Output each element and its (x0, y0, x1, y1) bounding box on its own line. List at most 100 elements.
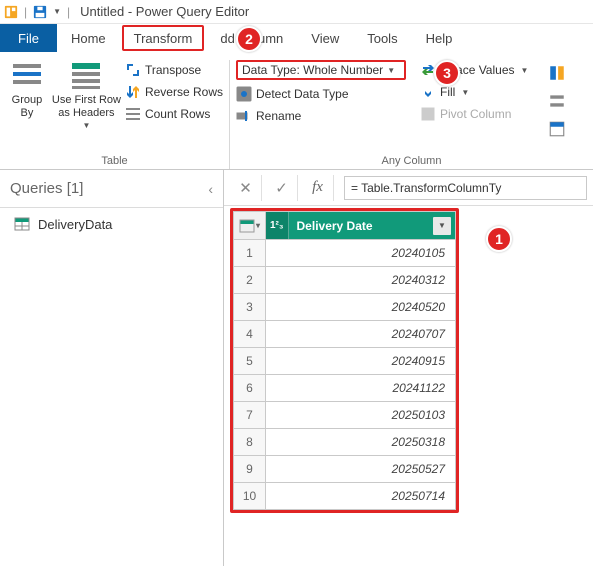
table-row[interactable]: 120240105 (234, 240, 456, 267)
window-title: Untitled - Power Query Editor (80, 4, 249, 19)
table-row[interactable]: 820250318 (234, 429, 456, 456)
count-rows-button[interactable]: Count Rows (125, 106, 223, 122)
fill-button[interactable]: Fill ▼ (420, 84, 528, 100)
tab-help[interactable]: Help (412, 24, 467, 52)
cell-value[interactable]: 20240520 (266, 294, 456, 321)
reverse-label: Reverse Rows (145, 85, 223, 99)
transpose-icon (125, 62, 141, 78)
chevron-down-icon: ▼ (82, 121, 90, 131)
callout-2: 2 (236, 26, 262, 52)
chevron-down-icon: ▼ (387, 66, 395, 75)
use-first-row-button[interactable]: Use First Row as Headers ▼ (52, 60, 121, 131)
cell-value[interactable]: 20250527 (266, 456, 456, 483)
queries-pane: Queries [1] ‹ DeliveryData (0, 170, 224, 566)
main: ✕ ✓ fx ▾ (224, 170, 593, 566)
fill-icon (420, 84, 436, 100)
queries-header[interactable]: Queries [1] ‹ (0, 174, 223, 208)
row-number[interactable]: 1 (234, 240, 266, 267)
row-number[interactable]: 5 (234, 348, 266, 375)
detect-label: Detect Data Type (256, 87, 349, 101)
rename-icon (236, 108, 252, 124)
edge-button-2[interactable] (546, 90, 568, 112)
detect-data-type-button[interactable]: Detect Data Type (236, 86, 406, 102)
pivot-icon (420, 106, 436, 122)
table-row[interactable]: 220240312 (234, 267, 456, 294)
cell-value[interactable]: 20250714 (266, 483, 456, 510)
save-icon[interactable] (33, 5, 47, 19)
data-table: ▾ 1²₃ Delivery Date ▼ (233, 211, 456, 510)
edge-icon (548, 64, 566, 82)
query-item[interactable]: DeliveryData (0, 208, 223, 240)
count-icon (125, 106, 141, 122)
table-icon (239, 218, 255, 234)
query-name: DeliveryData (38, 217, 112, 232)
chevron-down-icon: ▾ (256, 221, 260, 230)
column-type-icon[interactable]: 1²₃ (266, 212, 289, 239)
table-row[interactable]: 520240915 (234, 348, 456, 375)
ribbon-group-anycolumn: Any Column (236, 152, 587, 167)
rename-label: Rename (256, 109, 301, 123)
first-row-icon (70, 60, 102, 92)
tab-home[interactable]: Home (57, 24, 120, 52)
collapse-icon[interactable]: ‹ (208, 181, 213, 197)
chevron-down-icon: ▼ (461, 88, 469, 97)
table-row[interactable]: 920250527 (234, 456, 456, 483)
column-name: Delivery Date (289, 219, 433, 233)
row-number[interactable]: 4 (234, 321, 266, 348)
table-row[interactable]: 720250103 (234, 402, 456, 429)
detect-icon (236, 86, 252, 102)
tab-tools[interactable]: Tools (353, 24, 411, 52)
group-by-label: Group By (12, 94, 43, 120)
tab-file[interactable]: File (0, 24, 57, 52)
corner-cell[interactable]: ▾ (234, 212, 266, 240)
row-number[interactable]: 10 (234, 483, 266, 510)
cell-value[interactable]: 20240707 (266, 321, 456, 348)
row-number[interactable]: 9 (234, 456, 266, 483)
rename-button[interactable]: Rename (236, 108, 406, 124)
group-by-button[interactable]: Group By (6, 60, 48, 131)
callout-3: 3 (434, 60, 460, 86)
row-number[interactable]: 3 (234, 294, 266, 321)
edge-icon (548, 92, 566, 110)
edge-button-1[interactable] (546, 62, 568, 84)
cell-value[interactable]: 20250318 (266, 429, 456, 456)
reverse-icon (125, 84, 141, 100)
formula-input[interactable] (344, 176, 587, 200)
data-type-dropdown[interactable]: Data Type: Whole Number ▼ (236, 60, 406, 80)
edge-button-3[interactable] (546, 118, 568, 140)
count-label: Count Rows (145, 107, 210, 121)
cell-value[interactable]: 20240915 (266, 348, 456, 375)
transpose-button[interactable]: Transpose (125, 62, 223, 78)
table-row[interactable]: 420240707 (234, 321, 456, 348)
qat-dropdown-icon[interactable]: ▼ (53, 7, 61, 16)
data-type-label: Data Type: Whole Number (242, 63, 383, 77)
pivot-label: Pivot Column (440, 107, 511, 121)
table-row[interactable]: 1020250714 (234, 483, 456, 510)
tab-transform[interactable]: Transform (122, 25, 205, 51)
reverse-rows-button[interactable]: Reverse Rows (125, 84, 223, 100)
accept-formula-icon[interactable]: ✓ (266, 175, 298, 201)
column-filter-icon[interactable]: ▼ (433, 217, 451, 235)
cell-value[interactable]: 20250103 (266, 402, 456, 429)
row-number[interactable]: 8 (234, 429, 266, 456)
separator: | (24, 5, 27, 19)
row-number[interactable]: 2 (234, 267, 266, 294)
ribbon: Group By Use First Row as Headers ▼ Tran… (0, 52, 593, 170)
cell-value[interactable]: 20240312 (266, 267, 456, 294)
cancel-formula-icon[interactable]: ✕ (230, 175, 262, 201)
table-row[interactable]: 320240520 (234, 294, 456, 321)
row-number[interactable]: 7 (234, 402, 266, 429)
column-header[interactable]: 1²₃ Delivery Date ▼ (266, 212, 456, 240)
fx-icon[interactable]: fx (302, 175, 334, 201)
pivot-column-button: Pivot Column (420, 106, 528, 122)
ribbon-tabs: File Home Transform dd Column View Tools… (0, 24, 593, 52)
cell-value[interactable]: 20240105 (266, 240, 456, 267)
callout-1: 1 (486, 226, 512, 252)
app-icon (4, 5, 18, 19)
row-number[interactable]: 6 (234, 375, 266, 402)
table-row[interactable]: 620241122 (234, 375, 456, 402)
tab-view[interactable]: View (297, 24, 353, 52)
transpose-label: Transpose (145, 63, 201, 77)
grid-highlight: ▾ 1²₃ Delivery Date ▼ (230, 208, 459, 513)
cell-value[interactable]: 20241122 (266, 375, 456, 402)
